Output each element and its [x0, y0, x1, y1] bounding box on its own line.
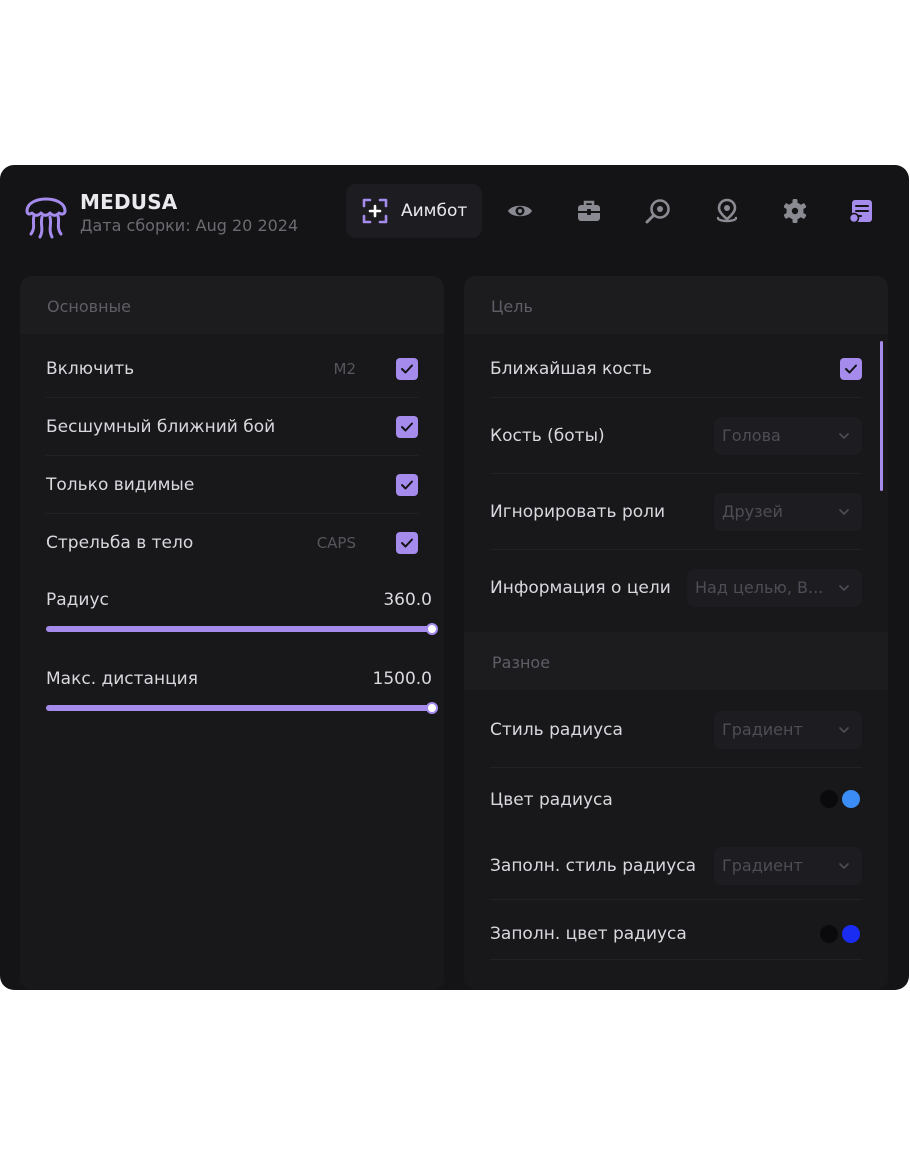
row-nearest-bone: Ближайшая кость	[490, 340, 862, 398]
keybind-body-shot[interactable]: CAPS	[317, 514, 356, 572]
tab-radar[interactable]	[642, 195, 674, 227]
check-icon	[401, 364, 413, 374]
color-swatch-radius-primary[interactable]	[842, 790, 860, 808]
eye-icon	[508, 205, 532, 217]
checkbox-enable[interactable]	[396, 358, 418, 380]
row-radius-color-label: Цвет радиуса	[490, 790, 613, 810]
row-fill-radius-color: Заполн. цвет радиуса	[490, 900, 862, 960]
slider-max-distance-fill	[46, 705, 432, 711]
checkbox-body-shot[interactable]	[396, 532, 418, 554]
checkbox-nearest-bone[interactable]	[840, 358, 862, 380]
jellyfish-logo-icon	[25, 197, 67, 239]
color-picker-radius[interactable]	[820, 790, 862, 810]
chevron-down-icon	[839, 509, 849, 516]
tab-map[interactable]	[711, 195, 743, 227]
tab-settings[interactable]	[779, 195, 811, 227]
row-ignore-roles: Игнорировать роли Друзей	[490, 474, 862, 550]
checkbox-visible-only[interactable]	[396, 474, 418, 496]
chevron-down-icon	[839, 863, 849, 870]
slider-radius[interactable]: Радиус 360.0	[46, 590, 438, 640]
tab-inventory[interactable]	[573, 195, 605, 227]
color-swatch-radius-secondary[interactable]	[820, 790, 838, 808]
row-visible-only-label: Только видимые	[46, 475, 195, 495]
color-picker-fill-radius[interactable]	[820, 925, 862, 945]
row-bone-bots: Кость (боты) Голова	[490, 398, 862, 474]
radar-icon	[645, 199, 670, 224]
slider-max-distance-value: 1500.0	[372, 669, 432, 689]
slider-max-distance-knob[interactable]	[426, 702, 438, 714]
check-icon	[401, 422, 413, 432]
row-radius-style-label: Стиль радиуса	[490, 720, 623, 740]
row-silent-melee: Бесшумный ближний бой	[46, 398, 418, 456]
scrollbar[interactable]	[880, 341, 883, 491]
select-bone-bots-value: Голова	[722, 426, 781, 445]
chevron-down-icon	[839, 585, 849, 592]
row-radius-color: Цвет радиуса	[490, 768, 862, 832]
row-bone-bots-label: Кость (боты)	[490, 426, 605, 446]
select-ignore-roles[interactable]: Друзей	[714, 493, 862, 531]
build-date: Дата сборки: Aug 20 2024	[80, 216, 299, 235]
row-visible-only: Только видимые	[46, 456, 418, 514]
row-fill-radius-style: Заполн. стиль радиуса Градиент	[490, 832, 862, 900]
slider-max-distance-label: Макс. дистанция	[46, 669, 198, 689]
chevron-down-icon	[839, 433, 849, 440]
map-pin-icon	[716, 198, 738, 223]
color-swatch-fill-radius-secondary[interactable]	[820, 925, 838, 943]
select-ignore-roles-value: Друзей	[722, 502, 783, 521]
row-target-info: Информация о цели Над целью, В...	[490, 550, 862, 626]
row-ignore-roles-label: Игнорировать роли	[490, 502, 666, 522]
panel-main-title: Основные	[20, 276, 444, 334]
row-body-shot: Стрельба в тело CAPS	[46, 514, 418, 572]
tab-visuals[interactable]	[504, 195, 536, 227]
row-radius-style: Стиль радиуса Градиент	[490, 692, 862, 768]
panel-main: Основные Включить M2 Бесшумный ближний б…	[20, 276, 444, 990]
row-enable: Включить M2	[46, 340, 418, 398]
row-silent-melee-label: Бесшумный ближний бой	[46, 417, 276, 437]
row-enable-label: Включить	[46, 359, 135, 379]
briefcase-icon	[578, 200, 600, 221]
tab-aimbot[interactable]: Аимбот	[346, 184, 482, 238]
slider-max-distance[interactable]: Макс. дистанция 1500.0	[46, 669, 438, 719]
row-fill-radius-style-label: Заполн. стиль радиуса	[490, 856, 697, 876]
slider-radius-fill	[46, 626, 432, 632]
slider-radius-value: 360.0	[383, 590, 432, 610]
check-icon	[845, 364, 857, 374]
tab-aimbot-label: Аимбот	[401, 201, 468, 221]
slider-radius-track[interactable]	[46, 623, 438, 635]
panel-target-title: Цель	[464, 276, 888, 334]
select-target-info-value: Над целью, В...	[695, 578, 824, 597]
keybind-enable[interactable]: M2	[334, 340, 357, 398]
slider-radius-label: Радиус	[46, 590, 109, 610]
select-bone-bots[interactable]: Голова	[714, 417, 862, 455]
slider-radius-knob[interactable]	[426, 623, 438, 635]
row-fill-radius-color-label: Заполн. цвет радиуса	[490, 924, 687, 944]
app-window: MEDUSA Дата сборки: Aug 20 2024 Аимбот О…	[0, 165, 909, 990]
row-body-shot-label: Стрельба в тело	[46, 533, 194, 553]
row-target-info-label: Информация о цели	[490, 578, 671, 598]
app-name: MEDUSA	[80, 190, 178, 214]
select-target-info[interactable]: Над целью, В...	[687, 569, 862, 607]
gear-icon	[783, 199, 807, 223]
slider-max-distance-track[interactable]	[46, 702, 438, 714]
check-icon	[401, 538, 413, 548]
tab-configs[interactable]	[845, 195, 877, 227]
select-fill-radius-style-value: Градиент	[722, 856, 803, 875]
checkbox-silent-melee[interactable]	[396, 416, 418, 438]
select-radius-style[interactable]: Градиент	[714, 711, 862, 749]
color-swatch-fill-radius-primary[interactable]	[842, 925, 860, 943]
row-nearest-bone-label: Ближайшая кость	[490, 359, 652, 379]
panel-target: Цель Ближайшая кость Кость (боты) Голова…	[464, 276, 888, 990]
chevron-down-icon	[839, 727, 849, 734]
panel-misc-title: Разное	[464, 632, 888, 690]
config-icon	[848, 200, 872, 224]
check-icon	[401, 480, 413, 490]
select-radius-style-value: Градиент	[722, 720, 803, 739]
aimbot-icon	[362, 198, 388, 224]
select-fill-radius-style[interactable]: Градиент	[714, 847, 862, 885]
